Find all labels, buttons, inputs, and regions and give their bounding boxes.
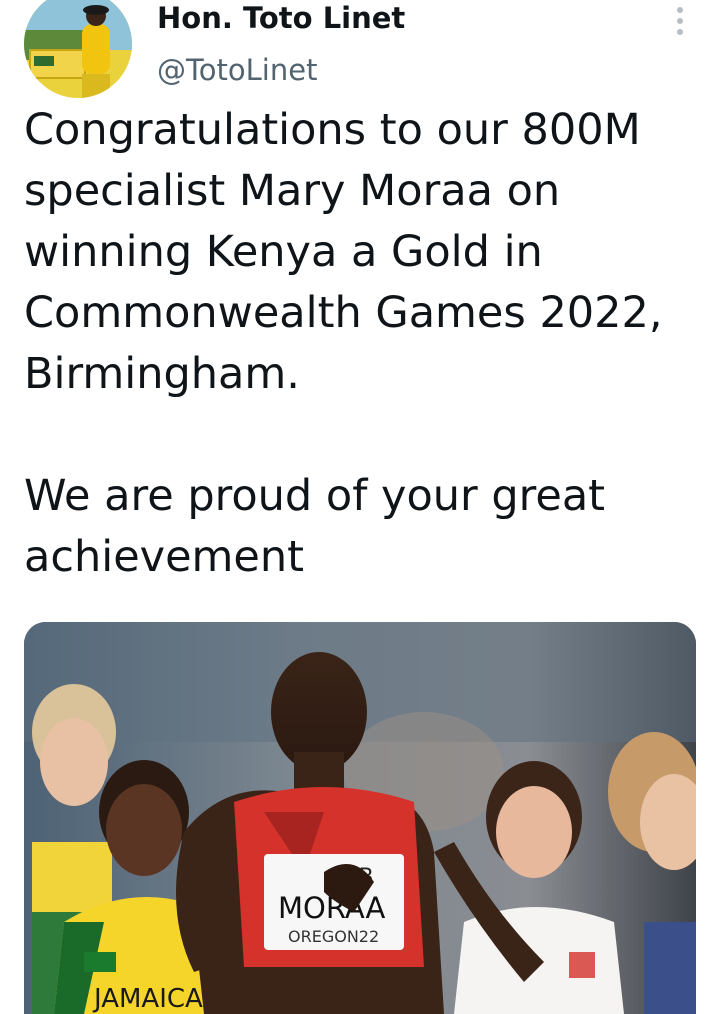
tweet-text: Congratulations to our 800M specialist M… — [24, 100, 694, 588]
more-options-button[interactable] — [664, 4, 696, 38]
author-avatar[interactable] — [24, 0, 132, 98]
tweet-card: Hon. Toto Linet @TotoLinet Congratulatio… — [0, 0, 720, 1014]
tweet-text-paragraph-1: Congratulations to our 800M specialist M… — [24, 105, 663, 399]
author-name[interactable]: Hon. Toto Linet — [157, 0, 405, 36]
tweet-photo[interactable]: JAMAICA NB MORAA OREGON22 — [24, 622, 696, 1014]
left-jersey-text: JAMAICA — [92, 984, 203, 1014]
more-vertical-icon — [677, 7, 683, 35]
author-handle[interactable]: @TotoLinet — [157, 52, 317, 88]
tweet-text-paragraph-2: We are proud of your great achievement — [24, 471, 606, 582]
bib-event-text: OREGON22 — [288, 927, 379, 946]
